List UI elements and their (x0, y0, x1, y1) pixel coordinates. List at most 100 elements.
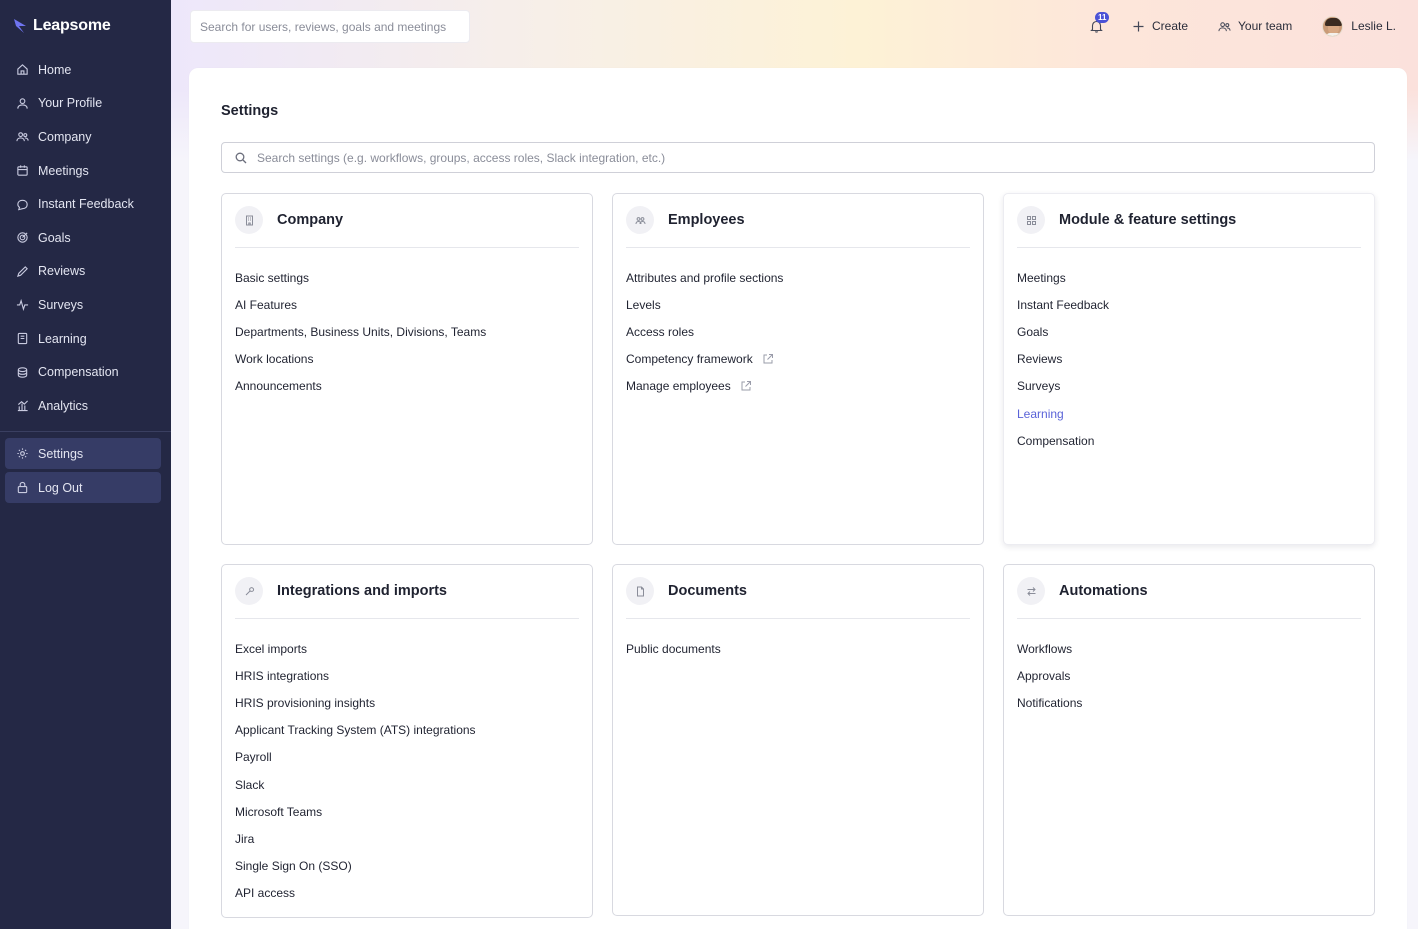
link-microsoft-teams[interactable]: Microsoft Teams (235, 798, 476, 825)
link-access-roles[interactable]: Access roles (626, 318, 783, 345)
link-attributes[interactable]: Attributes and profile sections (626, 264, 783, 291)
link-manage-employees[interactable]: Manage employees (626, 373, 783, 400)
card-links: Attributes and profile sections Levels A… (626, 264, 783, 400)
settings-search-placeholder: Search settings (e.g. workflows, groups,… (257, 150, 666, 165)
card-documents: Documents Public documents (612, 564, 984, 916)
wrench-icon (235, 577, 263, 605)
settings-search-input[interactable]: Search settings (e.g. workflows, groups,… (221, 142, 1375, 173)
link-compensation[interactable]: Compensation (1017, 427, 1109, 454)
link-public-documents[interactable]: Public documents (626, 635, 721, 662)
sidebar-item-log-out[interactable]: Log Out (5, 472, 161, 503)
sidebar-item-compensation[interactable]: Compensation (5, 355, 161, 389)
main-area: Search for users, reviews, goals and mee… (171, 0, 1418, 929)
sidebar-item-label: Settings (38, 446, 84, 461)
card-title: Employees (668, 212, 745, 228)
card-header: Automations (1017, 577, 1361, 619)
sidebar-item-label: Analytics (38, 398, 89, 413)
sidebar-item-label: Company (38, 129, 92, 144)
sidebar: Leapsome Home Your Profile Company Meeti… (0, 0, 171, 929)
sidebar-divider (0, 431, 171, 432)
notifications-button[interactable]: 11 (1090, 12, 1110, 33)
global-search-input[interactable]: Search for users, reviews, goals and mee… (190, 10, 470, 43)
card-automations: Automations Workflows Approvals Notifica… (1003, 564, 1375, 916)
sidebar-item-company[interactable]: Company (5, 120, 161, 154)
link-ats-integrations[interactable]: Applicant Tracking System (ATS) integrat… (235, 717, 476, 744)
link-meetings[interactable]: Meetings (1017, 264, 1109, 291)
card-links: Meetings Instant Feedback Goals Reviews … (1017, 264, 1109, 454)
user-menu[interactable]: Leslie L. (1322, 15, 1396, 37)
link-hris-provisioning-insights[interactable]: HRIS provisioning insights (235, 689, 476, 716)
link-reviews[interactable]: Reviews (1017, 346, 1109, 373)
card-links: Public documents (626, 635, 721, 662)
sidebar-item-meetings[interactable]: Meetings (5, 154, 161, 188)
card-title: Integrations and imports (277, 583, 447, 599)
link-payroll[interactable]: Payroll (235, 744, 476, 771)
sidebar-item-label: Your Profile (38, 96, 103, 111)
link-levels[interactable]: Levels (626, 291, 783, 318)
link-jira[interactable]: Jira (235, 825, 476, 852)
topbar-actions: 11 Create Your team Leslie L. (1090, 0, 1418, 52)
link-notifications[interactable]: Notifications (1017, 689, 1082, 716)
card-title: Module & feature settings (1059, 212, 1237, 228)
sidebar-item-goals[interactable]: Goals (5, 221, 161, 255)
card-header: Company (235, 206, 579, 248)
brand-name: Leapsome (33, 17, 111, 34)
main-nav: Home Your Profile Company Meetings Insta… (5, 53, 161, 423)
link-hris-integrations[interactable]: HRIS integrations (235, 662, 476, 689)
card-employees: Employees Attributes and profile section… (612, 193, 984, 545)
link-work-locations[interactable]: Work locations (235, 346, 486, 373)
link-ai-features[interactable]: AI Features (235, 291, 486, 318)
user-name: Leslie L. (1351, 19, 1396, 33)
notification-count-badge: 11 (1095, 12, 1110, 23)
calendar-icon (17, 165, 28, 176)
link-surveys[interactable]: Surveys (1017, 373, 1109, 400)
your-team-button[interactable]: Your team (1218, 19, 1292, 33)
sidebar-item-home[interactable]: Home (5, 53, 161, 87)
gear-icon (17, 448, 28, 459)
leapsome-logo[interactable]: Leapsome (13, 17, 111, 35)
link-label: Manage employees (626, 379, 731, 394)
link-competency-framework[interactable]: Competency framework (626, 346, 783, 373)
link-announcements[interactable]: Announcements (235, 373, 486, 400)
lock-icon (17, 481, 28, 494)
sidebar-item-analytics[interactable]: Analytics (5, 389, 161, 423)
sidebar-item-label: Meetings (38, 163, 89, 178)
automation-arrows-icon (1017, 577, 1045, 605)
sidebar-item-surveys[interactable]: Surveys (5, 288, 161, 322)
sidebar-item-your-profile[interactable]: Your Profile (5, 87, 161, 121)
sidebar-item-instant-feedback[interactable]: Instant Feedback (5, 187, 161, 221)
link-slack[interactable]: Slack (235, 771, 476, 798)
sidebar-item-reviews[interactable]: Reviews (5, 255, 161, 289)
link-goals[interactable]: Goals (1017, 318, 1109, 345)
link-approvals[interactable]: Approvals (1017, 662, 1082, 689)
link-workflows[interactable]: Workflows (1017, 635, 1082, 662)
building-icon (235, 206, 263, 234)
card-module-feature-settings: Module & feature settings Meetings Insta… (1003, 193, 1375, 545)
avatar (1322, 15, 1344, 37)
card-company: Company Basic settings AI Features Depar… (221, 193, 593, 545)
link-departments[interactable]: Departments, Business Units, Divisions, … (235, 318, 486, 345)
create-button[interactable]: Create (1132, 19, 1188, 33)
link-learning[interactable]: Learning (1017, 400, 1109, 427)
sidebar-item-settings[interactable]: Settings (5, 438, 161, 469)
card-links: Workflows Approvals Notifications (1017, 635, 1082, 717)
link-label: Access roles (626, 324, 695, 339)
card-header: Module & feature settings (1017, 206, 1361, 248)
link-basic-settings[interactable]: Basic settings (235, 264, 486, 291)
link-instant-feedback[interactable]: Instant Feedback (1017, 291, 1109, 318)
pulse-icon (16, 299, 29, 312)
link-sso[interactable]: Single Sign On (SSO) (235, 853, 476, 880)
card-header: Integrations and imports (235, 577, 579, 619)
page-title: Settings (221, 103, 279, 119)
link-excel-imports[interactable]: Excel imports (235, 635, 476, 662)
link-api-access[interactable]: API access (235, 880, 476, 907)
book-icon (17, 332, 28, 345)
search-icon (235, 152, 247, 163)
people-icon (16, 132, 29, 142)
target-icon (17, 232, 28, 243)
your-team-label: Your team (1238, 19, 1293, 33)
create-label: Create (1152, 19, 1189, 33)
settings-panel: Settings Search settings (e.g. workflows… (189, 68, 1407, 929)
link-label: Attributes and profile sections (626, 270, 784, 285)
sidebar-item-learning[interactable]: Learning (5, 322, 161, 356)
